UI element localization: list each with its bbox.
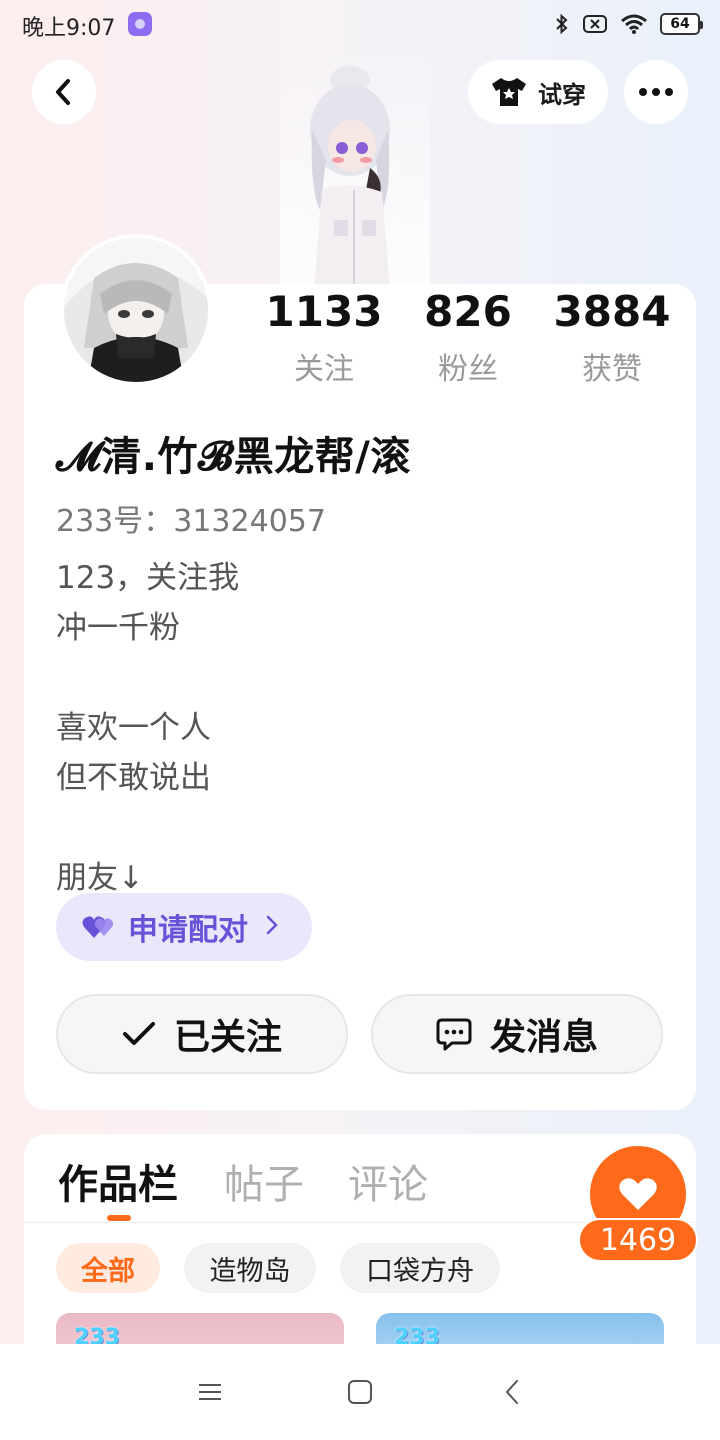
following-count: 1133 [265, 287, 383, 336]
battery-icon: 64 [660, 13, 703, 35]
tab-comments[interactable]: 评论 [348, 1152, 428, 1210]
status-icons: 64 [554, 10, 703, 38]
followed-button[interactable]: 已关注 [56, 994, 348, 1074]
chat-bubble-icon [436, 1018, 472, 1051]
status-time: 晚上9:07 [22, 16, 116, 41]
username: 𝓜清.竹𝓑黑龙帮/滚 [56, 434, 411, 480]
sim-off-icon [582, 13, 608, 35]
app-notification-icon [128, 12, 152, 36]
request-pair-label: 申请配对 [128, 913, 248, 948]
filter-creation-island[interactable]: 造物岛 [184, 1243, 316, 1293]
more-button[interactable] [624, 60, 688, 124]
followers-label: 粉丝 [438, 352, 498, 387]
tab-posts[interactable]: 帖子 [224, 1152, 304, 1210]
home-icon[interactable] [340, 1372, 380, 1412]
following-label: 关注 [294, 352, 354, 387]
avatar[interactable] [60, 234, 212, 386]
filter-all[interactable]: 全部 [56, 1243, 160, 1293]
followed-label: 已关注 [173, 1017, 282, 1058]
tab-works[interactable]: 作品栏 [58, 1152, 178, 1210]
tshirt-icon [492, 78, 526, 106]
like-count: 1469 [578, 1218, 698, 1262]
back-button[interactable] [32, 60, 96, 124]
menu-icon[interactable] [190, 1372, 230, 1412]
tab-indicator [107, 1215, 131, 1221]
back-nav-icon[interactable] [492, 1372, 532, 1412]
likes-received-count: 3884 [553, 287, 671, 336]
user-id[interactable]: 233号：31324057 [56, 496, 326, 540]
wifi-icon [620, 13, 648, 35]
chevron-right-icon [266, 913, 278, 941]
double-heart-icon [82, 916, 114, 938]
bio-text: 123，关注我 冲一千粉 喜欢一个人 但不敢说出 朋友↓ [56, 560, 240, 896]
likes-received-label: 获赞 [582, 352, 642, 387]
try-on-label: 试穿 [538, 80, 586, 109]
stat-following[interactable]: 1133 关注 [254, 288, 394, 388]
more-dots-icon [639, 88, 673, 96]
stat-likes[interactable]: 3884 获赞 [542, 288, 682, 388]
request-pair-button[interactable]: 申请配对 [56, 893, 312, 961]
character-avatar[interactable] [270, 40, 440, 290]
followers-count: 826 [424, 287, 512, 336]
checkmark-icon [122, 1022, 155, 1045]
bluetooth-icon [554, 13, 570, 35]
filter-pocket-ark[interactable]: 口袋方舟 [340, 1243, 500, 1293]
chevron-left-icon [56, 79, 70, 105]
stat-followers[interactable]: 826 粉丝 [398, 288, 538, 388]
heart-icon [619, 1178, 657, 1210]
try-on-button[interactable]: 试穿 [468, 60, 608, 124]
send-message-label: 发消息 [489, 1017, 598, 1058]
send-message-button[interactable]: 发消息 [371, 994, 663, 1074]
